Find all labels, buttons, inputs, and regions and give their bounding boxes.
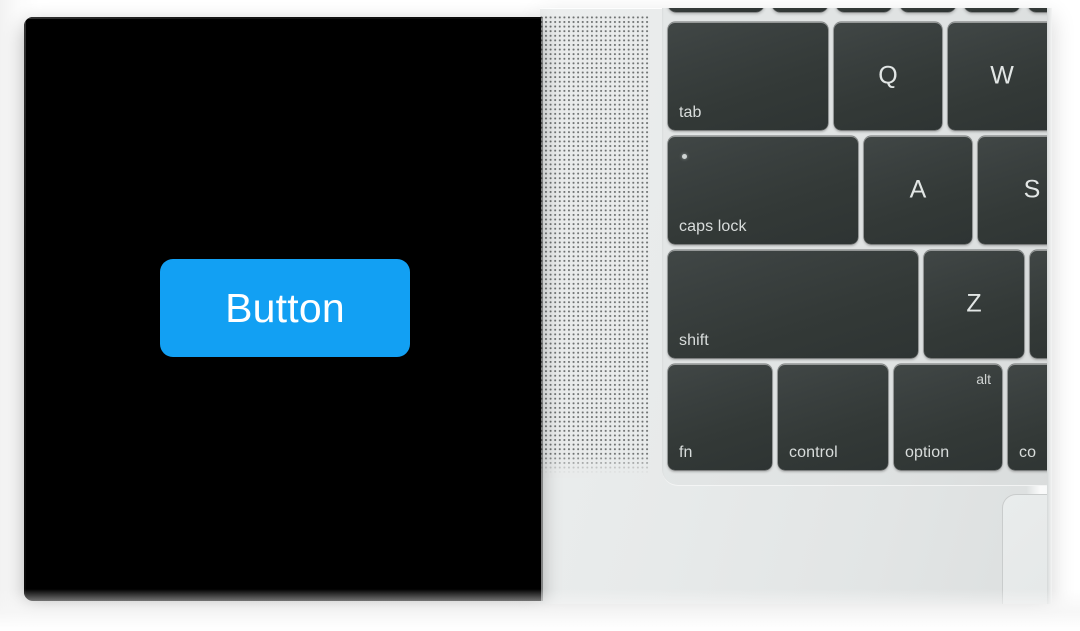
key-shift[interactable]: shift bbox=[668, 250, 918, 358]
key-s[interactable]: S bbox=[978, 136, 1052, 244]
keyboard-well: tab Q Wcaps lock A Sshift Zfn control alt option… bbox=[662, 8, 1052, 486]
key-control[interactable]: control bbox=[778, 364, 888, 470]
key-command-label: co bbox=[1019, 444, 1037, 461]
key-w[interactable]: W bbox=[948, 22, 1052, 130]
trackpad[interactable] bbox=[1002, 494, 1052, 604]
key-partial-4[interactable] bbox=[900, 8, 956, 12]
key-caps-lock-label: caps lock bbox=[679, 218, 747, 235]
key-tab[interactable]: tab bbox=[668, 22, 828, 130]
key-z[interactable]: Z bbox=[924, 250, 1024, 358]
key-partial-2[interactable] bbox=[772, 8, 828, 12]
key-a-label: A bbox=[909, 175, 927, 204]
blue-button[interactable]: Button bbox=[160, 259, 410, 357]
key-partial-3[interactable] bbox=[836, 8, 892, 12]
screenshot-stage: tab Q Wcaps lock A Sshift Zfn control alt option… bbox=[0, 0, 1080, 631]
screen-bezel-left bbox=[24, 17, 26, 601]
key-fn-label: fn bbox=[679, 444, 693, 461]
key-option[interactable]: alt option bbox=[894, 364, 1002, 470]
key-q[interactable]: Q bbox=[834, 22, 942, 130]
key-z-label: Z bbox=[966, 289, 982, 318]
key-a[interactable]: A bbox=[864, 136, 972, 244]
display-panel: Button bbox=[24, 17, 541, 601]
key-fn[interactable]: fn bbox=[668, 364, 772, 470]
key-control-label: control bbox=[789, 444, 838, 461]
key-partial-5[interactable] bbox=[964, 8, 1020, 12]
deck-right-edge bbox=[1047, 8, 1052, 604]
key-option-secondary-label: alt bbox=[976, 371, 991, 387]
key-command[interactable]: co bbox=[1008, 364, 1052, 470]
key-tab-label: tab bbox=[679, 104, 702, 121]
key-s-label: S bbox=[1023, 175, 1041, 204]
key-partial-1[interactable] bbox=[668, 8, 764, 12]
screen-bezel-top bbox=[24, 17, 541, 19]
key-q-label: Q bbox=[878, 61, 898, 90]
key-option-label: option bbox=[905, 444, 950, 461]
key-w-label: W bbox=[990, 61, 1014, 90]
speaker-grille-fade bbox=[540, 454, 650, 478]
caps-lock-indicator-icon bbox=[682, 154, 687, 159]
laptop-deck: tab Q Wcaps lock A Sshift Zfn control alt option… bbox=[540, 8, 1052, 604]
key-caps-lock[interactable]: caps lock bbox=[668, 136, 858, 244]
key-shift-label: shift bbox=[679, 332, 709, 349]
speaker-grille bbox=[540, 16, 650, 478]
